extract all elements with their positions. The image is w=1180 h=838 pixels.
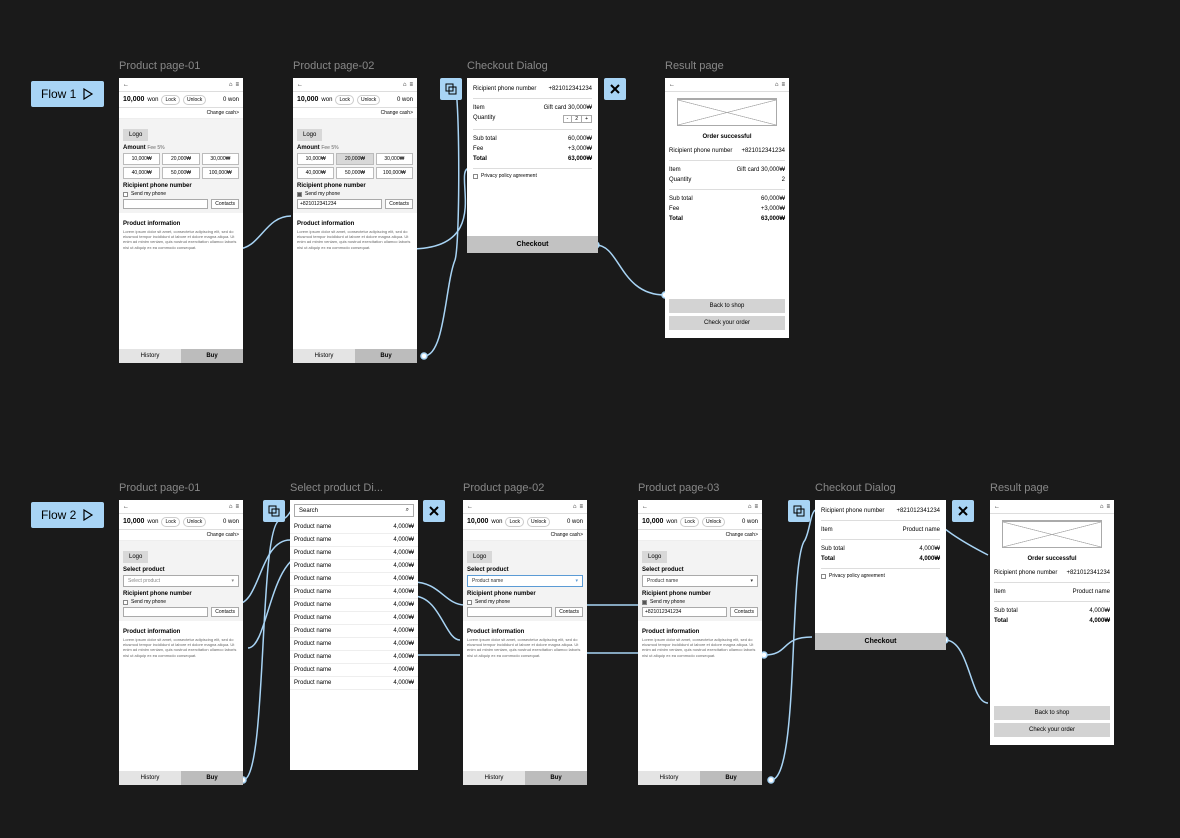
home-icon[interactable]: ⌂ [403, 82, 407, 88]
prototype-start-icon[interactable] [440, 78, 462, 100]
back-icon[interactable]: ← [642, 504, 648, 510]
success-image-placeholder [1002, 520, 1102, 548]
back-icon[interactable]: ← [297, 82, 303, 88]
back-icon[interactable]: ← [123, 504, 129, 510]
phone-input[interactable] [123, 199, 208, 209]
close-icon[interactable] [952, 500, 974, 522]
home-icon[interactable]: ⌂ [229, 82, 233, 88]
success-image-placeholder [677, 98, 777, 126]
bottom-tabbar: History Buy [119, 349, 243, 363]
flow-chip-label: Flow 2 [41, 508, 76, 522]
list-item[interactable]: Product name4,000₩ [290, 677, 418, 690]
amount-option[interactable]: 100,000₩ [202, 167, 239, 179]
close-icon[interactable] [604, 78, 626, 100]
list-item[interactable]: Product name4,000₩ [290, 651, 418, 664]
menu-icon[interactable]: ≡ [409, 82, 413, 88]
list-item[interactable]: Product name4,000₩ [290, 612, 418, 625]
contacts-button[interactable]: Contacts [211, 199, 239, 209]
unlock-button[interactable]: Unlock [183, 95, 206, 105]
frame-title: Product page-01 [119, 60, 200, 72]
send-my-phone-checkbox[interactable] [297, 192, 302, 197]
charge-cash-link[interactable]: Change cash> [119, 108, 243, 119]
frame-product-page-01-f2[interactable]: Product page-01 ←⌂≡ 10,000won LockUnlock… [119, 500, 243, 785]
check-order-button[interactable]: Check your order [669, 316, 785, 330]
list-item[interactable]: Product name4,000₩ [290, 547, 418, 560]
frame-title: Product page-02 [293, 60, 374, 72]
frame-checkout-dialog-f2[interactable]: Checkout Dialog Ricipient phone number+8… [815, 500, 946, 650]
list-item[interactable]: Product name4,000₩ [290, 638, 418, 651]
menu-icon[interactable]: ≡ [235, 82, 239, 88]
frame-result-page[interactable]: Result page ←⌂≡ Order successful Ricipie… [665, 78, 789, 338]
list-item[interactable]: Product name4,000₩ [290, 586, 418, 599]
phone-input[interactable]: +821012341234 [642, 607, 727, 617]
prototype-canvas[interactable]: Flow 1 Flow 2 Product page-01 ← ⌂ ≡ 10,0… [0, 0, 1180, 838]
product-list: Product name4,000₩ Product name4,000₩ Pr… [290, 521, 418, 690]
list-item[interactable]: Product name4,000₩ [290, 599, 418, 612]
list-item[interactable]: Product name4,000₩ [290, 534, 418, 547]
phone-input[interactable]: +821012341234 [297, 199, 382, 209]
phone-input[interactable] [123, 607, 208, 617]
frame-result-page-f2[interactable]: Result page ←⌂≡ Order successful Ricipie… [990, 500, 1114, 745]
phone-input[interactable] [467, 607, 552, 617]
select-product-dropdown[interactable]: Product name▾ [642, 575, 758, 587]
amount-option[interactable]: 20,000₩ [162, 153, 199, 165]
amount-option[interactable]: 40,000₩ [123, 167, 160, 179]
balance-row: 10,000won Lock Unlock 0 won [293, 92, 417, 108]
mobile-header: ← ⌂≡ [293, 78, 417, 92]
list-item[interactable]: Product name4,000₩ [290, 573, 418, 586]
frame-product-page-03-f2[interactable]: Product page-03 ←⌂≡ 10,000won LockUnlock… [638, 500, 762, 785]
list-item[interactable]: Product name4,000₩ [290, 560, 418, 573]
frame-product-page-01[interactable]: Product page-01 ← ⌂ ≡ 10,000 won Lock Un… [119, 78, 243, 363]
prototype-start-icon[interactable] [263, 500, 285, 522]
flow-chip-2[interactable]: Flow 2 [31, 502, 104, 528]
flow-chip-label: Flow 1 [41, 87, 76, 101]
tab-history[interactable]: History [119, 349, 181, 363]
search-icon: ⌕ [406, 507, 409, 514]
mobile-header: ← ⌂ ≡ [119, 78, 243, 92]
checkout-button[interactable]: Checkout [815, 633, 946, 650]
amount-option[interactable]: 30,000₩ [202, 153, 239, 165]
privacy-checkbox[interactable] [473, 174, 478, 179]
back-to-shop-button[interactable]: Back to shop [994, 706, 1110, 720]
back-to-shop-button[interactable]: Back to shop [669, 299, 785, 313]
play-icon [82, 509, 94, 521]
back-icon[interactable]: ← [467, 504, 473, 510]
prototype-start-icon[interactable] [788, 500, 810, 522]
quantity-stepper[interactable]: -2+ [563, 115, 592, 123]
checkout-button[interactable]: Checkout [467, 236, 598, 253]
list-item[interactable]: Product name4,000₩ [290, 521, 418, 534]
amount-option[interactable]: 10,000₩ [123, 153, 160, 165]
frame-product-page-02-f2[interactable]: Product page-02 ←⌂≡ 10,000won LockUnlock… [463, 500, 587, 785]
back-icon[interactable]: ← [123, 82, 129, 88]
back-icon[interactable]: ← [994, 504, 1000, 510]
balance-row: 10,000 won Lock Unlock 0 won [119, 92, 243, 108]
search-input[interactable]: Search⌕ [294, 504, 414, 517]
tab-buy[interactable]: Buy [181, 349, 243, 363]
check-order-button[interactable]: Check your order [994, 723, 1110, 737]
select-product-dropdown[interactable]: Product name▾ [467, 575, 583, 587]
close-icon[interactable] [423, 500, 445, 522]
frame-select-product-dialog[interactable]: Select product Di... Search⌕ Product nam… [290, 500, 418, 770]
play-icon [82, 88, 94, 100]
list-item[interactable]: Product name4,000₩ [290, 664, 418, 677]
frame-checkout-dialog[interactable]: Checkout Dialog Ricipient phone number+8… [467, 78, 598, 253]
select-product-dropdown[interactable]: Select product▾ [123, 575, 239, 587]
frame-title: Checkout Dialog [467, 60, 548, 72]
frame-title: Result page [665, 60, 724, 72]
amount-grid: 10,000₩ 20,000₩ 30,000₩ 40,000₩ 50,000₩ … [123, 153, 239, 179]
flow-chip-1[interactable]: Flow 1 [31, 81, 104, 107]
lock-button[interactable]: Lock [161, 95, 180, 105]
amount-option[interactable]: 50,000₩ [162, 167, 199, 179]
brand-logo: Logo [123, 129, 148, 141]
frame-product-page-02[interactable]: Product page-02 ← ⌂≡ 10,000won Lock Unlo… [293, 78, 417, 363]
back-icon[interactable]: ← [669, 82, 675, 88]
list-item[interactable]: Product name4,000₩ [290, 625, 418, 638]
send-my-phone-checkbox[interactable] [123, 192, 128, 197]
